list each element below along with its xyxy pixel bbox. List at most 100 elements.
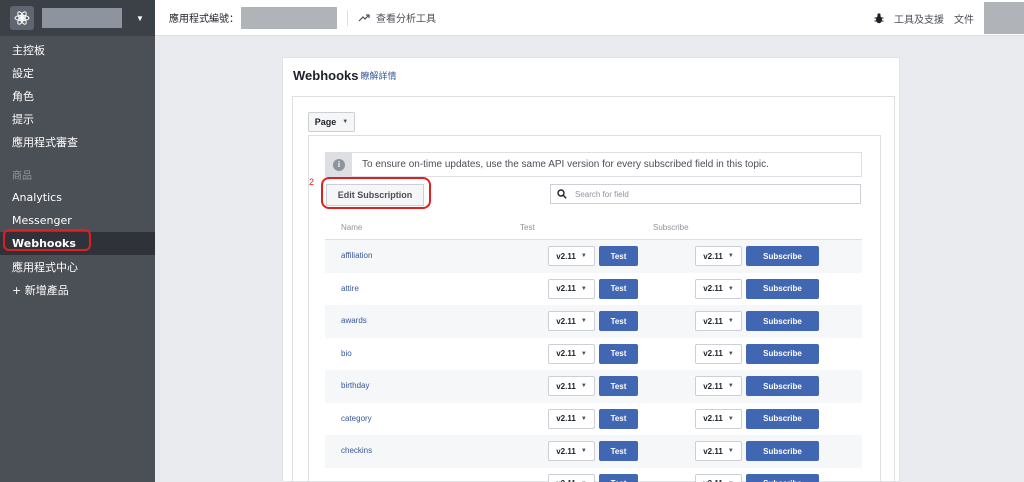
version-value: v2.11 xyxy=(556,349,576,358)
chevron-down-icon: ▼ xyxy=(580,350,587,357)
table-row: category v2.11 ▼ Test v2.11 ▼ Subscribe xyxy=(325,403,862,436)
table-header: Name Test Subscribe xyxy=(325,214,862,240)
column-subscribe: Subscribe xyxy=(653,223,689,232)
sidebar-item-label: 應用程式審查 xyxy=(12,135,78,149)
sidebar-item-app-center[interactable]: 應用程式中心 xyxy=(0,255,155,278)
search-input[interactable]: Search for field xyxy=(550,184,861,204)
version-value: v2.11 xyxy=(556,316,576,326)
test-version-select[interactable]: v2.11 ▼ xyxy=(548,246,595,266)
version-value: v2.11 xyxy=(703,349,723,358)
test-button[interactable]: Test xyxy=(599,473,638,482)
subscribe-version-select[interactable]: v2.11▼ xyxy=(695,311,742,331)
subscribe-version-select[interactable]: v2.11▼ xyxy=(695,408,742,429)
table-row: awards v2.11 ▼ Test v2.11 ▼ Subscribe xyxy=(325,305,862,338)
divider xyxy=(347,9,348,26)
sidebar-item-alerts[interactable]: 提示 xyxy=(0,107,155,130)
test-button[interactable]: Test xyxy=(599,311,638,331)
subscribe-version-select[interactable]: v2.11 ▼ xyxy=(695,441,742,461)
subscription-container: Page ▼ i To ensure on-time updates, use … xyxy=(292,96,895,482)
test-button[interactable]: Test xyxy=(599,441,638,461)
version-value: v2.11 xyxy=(556,251,576,261)
support-link[interactable]: 工具及支援 xyxy=(894,11,944,26)
column-test: Test xyxy=(520,223,535,232)
chevron-down-icon: ▼ xyxy=(580,448,587,454)
subscribe-version-select[interactable]: v2.11▼ xyxy=(695,343,742,364)
object-select[interactable]: Page ▼ xyxy=(308,112,355,132)
version-value: v2.11 xyxy=(703,284,723,293)
field-name: affiliation xyxy=(341,251,373,260)
top-right-links: 工具及支援 文件 xyxy=(874,0,1024,36)
app-switcher[interactable]: ▼ xyxy=(0,0,155,36)
subscribe-version-select[interactable]: v2.11▼ xyxy=(695,376,742,396)
table-row: bio v2.11 ▼ Test v2.11 ▼ Subscribe xyxy=(325,338,862,371)
subscribe-version-select[interactable]: v2.11▼ xyxy=(695,473,742,482)
avatar[interactable] xyxy=(984,2,1024,34)
subscribe-button[interactable]: Subscribe xyxy=(746,343,819,364)
subscription-card: i To ensure on-time updates, use the sam… xyxy=(308,135,881,482)
object-select-value: Page xyxy=(314,117,337,127)
chevron-down-icon[interactable]: ▼ xyxy=(136,14,144,23)
test-button[interactable]: Test xyxy=(599,376,638,396)
sidebar-item-label: 角色 xyxy=(12,89,34,103)
test-version-select[interactable]: v2.11▼ xyxy=(548,473,595,482)
bug-icon[interactable] xyxy=(874,12,884,24)
info-icon: i xyxy=(326,153,352,176)
chevron-down-icon: ▼ xyxy=(727,253,734,259)
webhooks-panel: Webhooks 瞭解詳情 Page ▼ i To ensure on-time… xyxy=(282,57,900,482)
app-id-label: 應用程式編號： xyxy=(169,14,239,25)
version-value: v2.11 xyxy=(556,446,576,456)
analytics-link[interactable]: 查看分析工具 xyxy=(358,10,436,25)
sidebar-item-dashboard[interactable]: 主控板 xyxy=(0,38,155,61)
subscribe-button[interactable]: Subscribe xyxy=(746,278,819,299)
sidebar-item-label: 設定 xyxy=(12,66,34,80)
subscribe-button[interactable]: Subscribe xyxy=(746,473,819,482)
version-value: v2.11 xyxy=(703,446,723,456)
test-version-select[interactable]: v2.11 ▼ xyxy=(548,311,595,331)
analytics-label: 查看分析工具 xyxy=(376,14,436,25)
sidebar-item-add-product[interactable]: + 新增產品 xyxy=(0,278,155,301)
version-notice: i To ensure on-time updates, use the sam… xyxy=(325,152,862,177)
version-value: v2.11 xyxy=(556,381,576,391)
table-row: affiliation v2.11 ▼ Test v2.11 ▼ Subscribe xyxy=(325,240,862,273)
test-version-select[interactable]: v2.11▼ xyxy=(548,408,595,429)
sidebar-item-settings[interactable]: 設定 xyxy=(0,61,155,84)
test-button[interactable]: Test xyxy=(599,408,638,429)
subscribe-button[interactable]: Subscribe xyxy=(746,246,819,266)
chevron-down-icon: ▼ xyxy=(580,253,587,259)
chevron-down-icon: ▼ xyxy=(727,285,734,292)
panel-header: Webhooks 瞭解詳情 xyxy=(283,58,899,92)
docs-link[interactable]: 文件 xyxy=(954,11,974,26)
version-value: v2.11 xyxy=(556,284,576,293)
sidebar-item-label: 提示 xyxy=(12,112,34,126)
sidebar-item-roles[interactable]: 角色 xyxy=(0,84,155,107)
chevron-down-icon: ▼ xyxy=(580,318,587,324)
test-version-select[interactable]: v2.11 ▼ xyxy=(548,278,595,299)
test-version-select[interactable]: v2.11 ▼ xyxy=(548,343,595,364)
test-version-select[interactable]: v2.11▼ xyxy=(548,376,595,396)
version-value: v2.11 xyxy=(556,414,576,423)
test-button[interactable]: Test xyxy=(599,246,638,266)
chevron-down-icon: ▼ xyxy=(342,119,349,125)
test-version-select[interactable]: v2.11 ▼ xyxy=(548,441,595,461)
sidebar-item-app-review[interactable]: 應用程式審查 xyxy=(0,130,155,153)
subscribe-button[interactable]: Subscribe xyxy=(746,311,819,331)
field-name: category xyxy=(341,413,372,423)
test-button[interactable]: Test xyxy=(599,278,638,299)
test-button[interactable]: Test xyxy=(599,343,638,364)
version-value: v2.11 xyxy=(703,316,723,326)
subscribe-version-select[interactable]: v2.11▼ xyxy=(695,246,742,266)
sidebar-item-label: 主控板 xyxy=(12,43,45,57)
learn-more-link[interactable]: 瞭解詳情 xyxy=(361,69,397,82)
field-name: attire xyxy=(341,283,359,293)
sidebar-section-products: 商品 xyxy=(12,171,32,182)
subscribe-button[interactable]: Subscribe xyxy=(746,408,819,429)
subscribe-button[interactable]: Subscribe xyxy=(746,441,819,461)
chevron-down-icon: ▼ xyxy=(580,285,587,292)
annotation-highlight-webhooks xyxy=(3,229,91,251)
chevron-down-icon: ▼ xyxy=(727,448,734,454)
subscribe-button[interactable]: Subscribe xyxy=(746,376,819,396)
subscribe-version-select[interactable]: v2.11 ▼ xyxy=(695,278,742,299)
app-logo-icon xyxy=(10,6,34,30)
sidebar-item-analytics[interactable]: Analytics xyxy=(0,186,155,209)
field-name: bio xyxy=(341,348,352,358)
